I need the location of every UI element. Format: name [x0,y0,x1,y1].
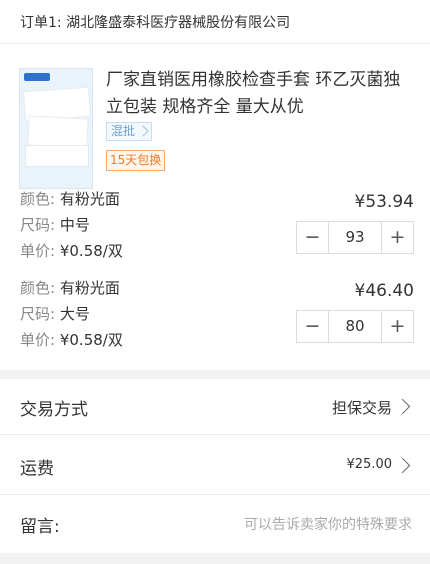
chevron-right-icon [394,457,411,474]
increase-button[interactable]: + [381,311,413,342]
increase-button[interactable]: + [381,222,413,253]
trade-method-row[interactable]: 交易方式 担保交易 [0,379,430,435]
sku-color-key: 颜色: [20,190,56,208]
chevron-right-icon [394,398,411,415]
sku-unit-key: 单价: [20,242,56,260]
sku-unit-value: ¥0.58/双 [59,242,123,260]
sku-size-key: 尺码: [20,305,56,323]
sku-row: 颜色: 有粉光面 尺码: 中号 单价: ¥0.58/双 ¥53.94 − 93 … [0,184,430,284]
decrease-button[interactable]: − [297,311,329,342]
sku-size-key: 尺码: [20,216,56,234]
quantity-input[interactable]: 93 [329,222,381,253]
sku-unit-price: 单价: ¥0.58/双 [20,240,123,262]
sku-size-value: 大号 [59,305,90,323]
quantity-stepper: − 80 + [296,310,414,343]
brand-logo-icon [24,73,50,81]
sku-color-value: 有粉光面 [59,279,120,297]
sku-total-price: ¥53.94 [354,192,414,212]
trade-method-value: 担保交易 [331,399,392,417]
message-label: 留言: [20,517,60,537]
sku-size: 尺码: 中号 [20,214,90,236]
shipping-row[interactable]: 运费 ¥25.00 [0,435,430,495]
quantity-input[interactable]: 80 [329,311,381,342]
sku-size-value: 中号 [59,216,90,234]
sku-row: 颜色: 有粉光面 尺码: 大号 单价: ¥0.58/双 ¥46.40 − 80 … [0,273,430,373]
shipping-fee: ¥25.00 [346,457,393,472]
sku-color: 颜色: 有粉光面 [20,188,120,210]
glove-icon [25,145,89,167]
message-row: 留言: 可以告诉卖家你的特殊要求 [0,495,430,553]
product-title[interactable]: 厂家直销医用橡胶检查手套 环乙灭菌独立包装 规格齐全 量大从优 [106,67,416,121]
product-thumbnail[interactable] [19,68,93,189]
quantity-stepper: − 93 + [296,221,414,254]
order-item-card: 厂家直销医用橡胶检查手套 环乙灭菌独立包装 规格齐全 量大从优 混批 15天包换… [0,44,430,370]
order-header: 订单1: 湖北隆盛泰科医疗器械股份有限公司 [0,0,430,44]
message-input[interactable]: 可以告诉卖家你的特殊要求 [244,514,412,534]
order-seller-label: 订单1: 湖北隆盛泰科医疗器械股份有限公司 [20,15,291,31]
sku-color: 颜色: 有粉光面 [20,277,120,299]
decrease-button[interactable]: − [297,222,329,253]
mixed-batch-tag[interactable]: 混批 [106,122,153,141]
sku-color-value: 有粉光面 [59,190,120,208]
sku-total-price: ¥46.40 [354,281,414,301]
trade-method-label: 交易方式 [20,400,88,420]
sku-unit-value: ¥0.58/双 [59,331,123,349]
mixed-batch-label: 混批 [111,124,136,138]
sku-unit-price: 单价: ¥0.58/双 [20,329,123,351]
glove-icon [27,115,89,149]
sku-color-key: 颜色: [20,279,56,297]
return-policy-badge: 15天包换 [106,150,166,171]
sku-size: 尺码: 大号 [20,303,90,325]
shipping-label: 运费 [20,459,54,479]
sku-unit-key: 单价: [20,331,56,349]
chevron-right-icon [137,125,149,137]
